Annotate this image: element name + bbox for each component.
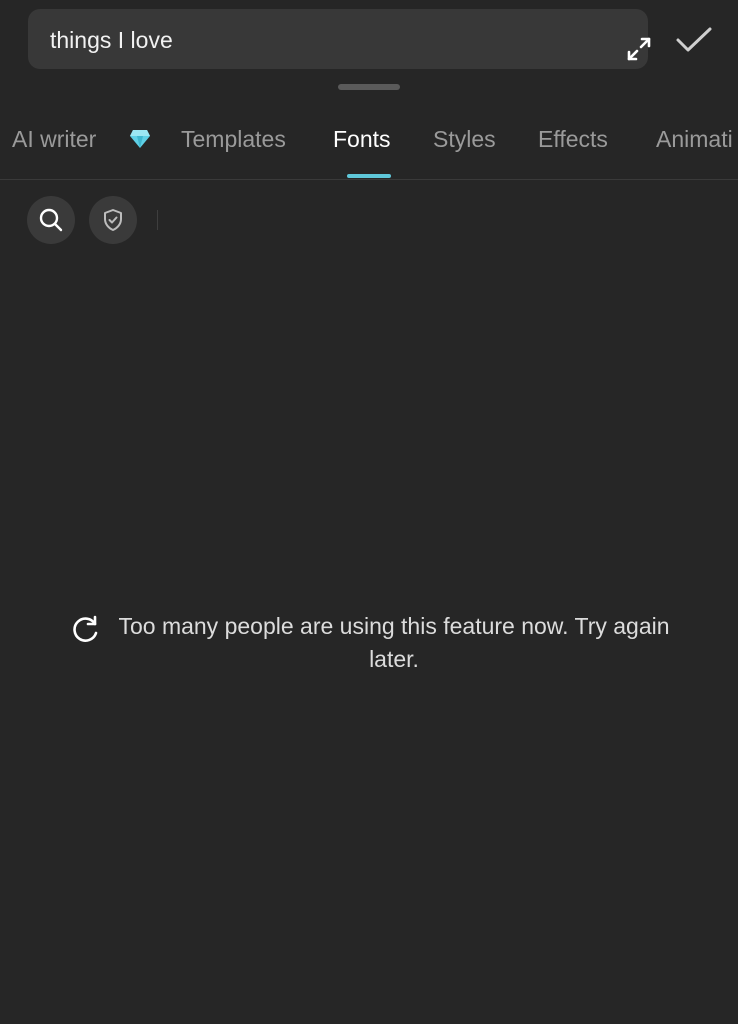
search-button[interactable] [27, 196, 75, 244]
diamond-icon [130, 130, 150, 148]
top-bar: things I love [0, 0, 738, 84]
tab-bar: AI writer Templates Fonts Styles Effects… [0, 110, 738, 180]
tab-fonts[interactable]: Fonts [333, 124, 391, 154]
text-input-field[interactable]: things I love [28, 9, 651, 69]
tab-styles[interactable]: Styles [433, 124, 496, 154]
tab-ai-writer[interactable]: AI writer [12, 124, 96, 154]
tab-animation[interactable]: Animati [656, 124, 733, 154]
drag-handle[interactable] [338, 84, 400, 90]
active-tab-indicator [347, 174, 391, 178]
copyright-filter-button[interactable] [89, 196, 137, 244]
text-input-value: things I love [50, 27, 173, 53]
font-toolbar [0, 196, 738, 246]
confirm-button[interactable] [672, 20, 716, 60]
tab-effects[interactable]: Effects [538, 124, 608, 154]
toolbar-divider [157, 210, 158, 230]
expand-icon [627, 37, 651, 61]
shield-check-icon [104, 209, 122, 231]
tab-templates[interactable]: Templates [181, 124, 286, 154]
checkmark-icon [676, 27, 712, 52]
search-icon [39, 208, 63, 232]
text-editor-panel: things I love AI writer Templates Fonts … [0, 0, 738, 1024]
expand-button[interactable] [624, 34, 654, 64]
status-message-text: Too many people are using this feature n… [118, 613, 670, 672]
refresh-icon[interactable] [70, 613, 102, 645]
